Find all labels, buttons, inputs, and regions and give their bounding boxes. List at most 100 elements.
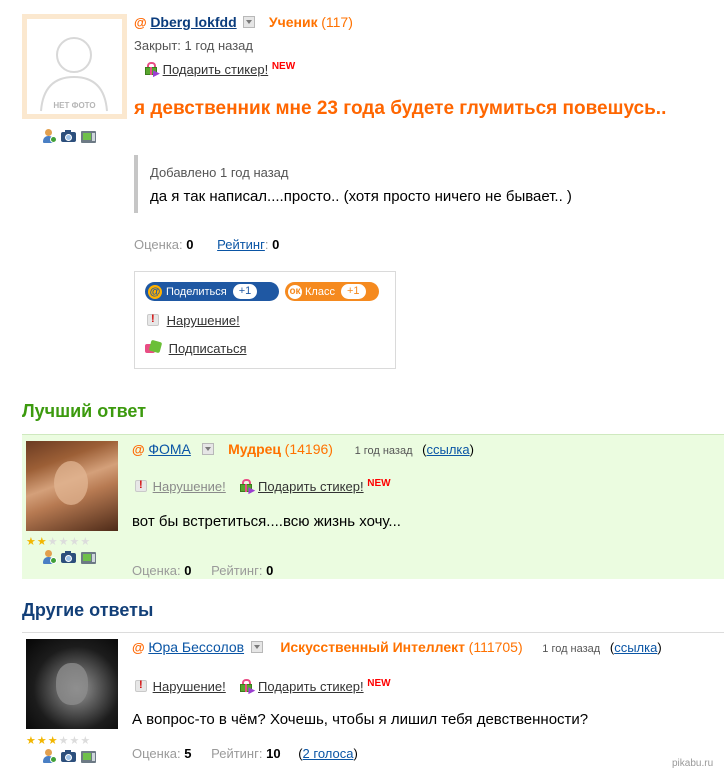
rating-star-icon: ★ bbox=[36, 536, 47, 548]
share-count: +1 bbox=[232, 284, 258, 299]
user-profile-icon[interactable] bbox=[41, 748, 57, 764]
class-count: +1 bbox=[340, 284, 366, 299]
share-button[interactable]: @ Поделиться +1 bbox=[145, 282, 279, 301]
votes-close-paren: ) bbox=[353, 746, 358, 761]
best-answer-score-row: Оценка: 0 Рейтинг: 0 bbox=[132, 563, 273, 578]
rating-value: 10 bbox=[266, 746, 281, 761]
share-buttons-row: @ Поделиться +1 ок Класс +1 bbox=[145, 282, 379, 301]
subscribe-row: Подписаться bbox=[145, 339, 247, 356]
question-header: @ Dberg lokfdd Ученик (117) bbox=[134, 14, 353, 32]
rating-star-icon: ★ bbox=[47, 536, 58, 548]
score-label: Оценка: bbox=[132, 563, 181, 578]
other-answer-score-row: Оценка: 5 Рейтинг: 10 (2 голоса) bbox=[132, 746, 358, 761]
best-answer-time: 1 год назад bbox=[354, 445, 413, 457]
user-profile-icon[interactable] bbox=[41, 128, 57, 144]
video-icon[interactable] bbox=[80, 549, 97, 565]
rating-star-icon: ★ bbox=[58, 735, 69, 747]
rating-star-icon: ★ bbox=[47, 735, 58, 747]
other-answer-header: @ Юра Бессолов Искусственный Интеллект (… bbox=[132, 639, 662, 655]
rating-label: Рейтинг: bbox=[211, 563, 263, 578]
gift-sticker-link[interactable]: Подарить стикер! bbox=[163, 62, 269, 77]
question-status: Закрыт: 1 год назад bbox=[134, 38, 253, 53]
author-menu-dropdown-icon[interactable] bbox=[243, 16, 256, 28]
camera-icon[interactable] bbox=[60, 128, 77, 144]
question-author-points: (117) bbox=[321, 14, 353, 30]
class-button[interactable]: ок Класс +1 bbox=[285, 282, 379, 301]
rating-star-icon: ★ bbox=[26, 536, 36, 548]
class-label: Класс bbox=[305, 285, 335, 298]
new-badge: NEW bbox=[367, 478, 391, 489]
question-author-rank: Ученик bbox=[268, 14, 318, 30]
rating-value: 0 bbox=[266, 563, 274, 578]
best-answer-points: (14196) bbox=[284, 441, 333, 457]
gift-icon: ▶ bbox=[144, 62, 160, 78]
question-author-link[interactable]: Dberg lokfdd bbox=[150, 14, 236, 30]
video-icon[interactable] bbox=[80, 748, 97, 764]
rating-star-icon: ★ bbox=[80, 536, 91, 548]
rating-star-icon: ★ bbox=[26, 735, 36, 747]
author-menu-dropdown-icon[interactable] bbox=[250, 641, 263, 653]
mail-at-icon: @ bbox=[132, 442, 145, 457]
mail-at-icon: @ bbox=[134, 15, 147, 30]
addition-time: Добавлено 1 год назад bbox=[150, 165, 289, 180]
best-answer-header: @ ФОМА Мудрец (14196) 1 год назад (ссылк… bbox=[132, 441, 474, 457]
other-answer-points: (111705) bbox=[468, 639, 523, 655]
best-answer-rank: Мудрец bbox=[228, 441, 282, 457]
best-answer-author-link[interactable]: ФОМА bbox=[148, 441, 191, 457]
other-answer-block: ★ ★ ★ ★ ★ ★ @ Юра Бессолов Искусственный Инте… bbox=[22, 632, 724, 773]
rating-star-icon: ★ bbox=[69, 735, 80, 747]
rating-star-icon: ★ bbox=[80, 735, 91, 747]
score-label: Оценка: bbox=[134, 237, 183, 252]
question-avatar[interactable]: НЕТ ФОТО bbox=[22, 14, 127, 119]
other-answers-heading: Другие ответы bbox=[22, 600, 154, 620]
addition-text: да я так написал....просто.. (хотя прост… bbox=[150, 188, 572, 205]
violation-link[interactable]: Нарушение! bbox=[167, 313, 240, 328]
gift-sticker-link[interactable]: Подарить стикер! bbox=[258, 679, 364, 694]
other-answer-stars: ★ ★ ★ ★ ★ ★ bbox=[26, 736, 90, 747]
best-answer-heading: Лучший ответ bbox=[22, 401, 147, 421]
question-author-icons bbox=[41, 128, 97, 144]
question-title: я девственник мне 23 года будете глумить… bbox=[134, 98, 667, 119]
no-photo-silhouette bbox=[40, 37, 108, 112]
gift-sticker-link[interactable]: Подарить стикер! bbox=[258, 479, 364, 494]
subscribe-link[interactable]: Подписаться bbox=[169, 341, 247, 356]
violation-link[interactable]: Нарушение! bbox=[153, 679, 226, 694]
best-answer-actions: Нарушение! ▶ Подарить стикер! NEW bbox=[135, 478, 391, 495]
odnoklassniki-icon: ок bbox=[288, 284, 302, 299]
no-photo-label: НЕТ ФОТО bbox=[53, 101, 96, 110]
best-answer-avatar[interactable] bbox=[26, 441, 118, 531]
best-answer-text: вот бы встретиться....всю жизнь хочу... bbox=[132, 513, 401, 530]
other-answer-avatar[interactable] bbox=[26, 639, 118, 729]
best-answer-author-icons bbox=[41, 549, 97, 565]
rating-value: 0 bbox=[272, 237, 280, 252]
new-badge: NEW bbox=[367, 678, 391, 689]
score-value: 0 bbox=[184, 563, 192, 578]
other-answer-author-link[interactable]: Юра Бессолов bbox=[148, 639, 244, 655]
other-answer-permalink[interactable]: ссылка bbox=[614, 640, 657, 655]
rating-star-icon: ★ bbox=[36, 735, 47, 747]
question-addition-block: Добавлено 1 год назад да я так написал..… bbox=[134, 155, 674, 213]
rating-star-icon: ★ bbox=[58, 536, 69, 548]
violation-link[interactable]: Нарушение! bbox=[153, 479, 226, 494]
share-label: Поделиться bbox=[166, 285, 227, 298]
score-value: 5 bbox=[184, 746, 192, 761]
gift-icon: ▶ bbox=[239, 479, 255, 495]
mail-at-icon: @ bbox=[148, 284, 162, 299]
best-answer-permalink[interactable]: ссылка bbox=[426, 442, 469, 457]
video-icon[interactable] bbox=[80, 128, 97, 144]
camera-icon[interactable] bbox=[60, 549, 77, 565]
other-answer-actions: Нарушение! ▶ Подарить стикер! NEW bbox=[135, 678, 391, 695]
user-profile-icon[interactable] bbox=[41, 549, 57, 565]
camera-icon[interactable] bbox=[60, 748, 77, 764]
rating-colon: : bbox=[264, 237, 269, 252]
author-menu-dropdown-icon[interactable] bbox=[202, 443, 215, 455]
other-answer-time: 1 год назад bbox=[542, 643, 601, 655]
question-gift-row: ▶ Подарить стикер! NEW bbox=[144, 61, 295, 78]
warning-icon bbox=[135, 479, 147, 492]
votes-link[interactable]: 2 голоса bbox=[303, 746, 354, 761]
watermark: pikabu.ru bbox=[672, 758, 714, 769]
rating-star-icon: ★ bbox=[69, 536, 80, 548]
warning-icon bbox=[147, 313, 159, 326]
rating-link[interactable]: Рейтинг bbox=[217, 237, 265, 252]
question-actions-box: @ Поделиться +1 ок Класс +1 Нарушение! П… bbox=[134, 271, 396, 369]
